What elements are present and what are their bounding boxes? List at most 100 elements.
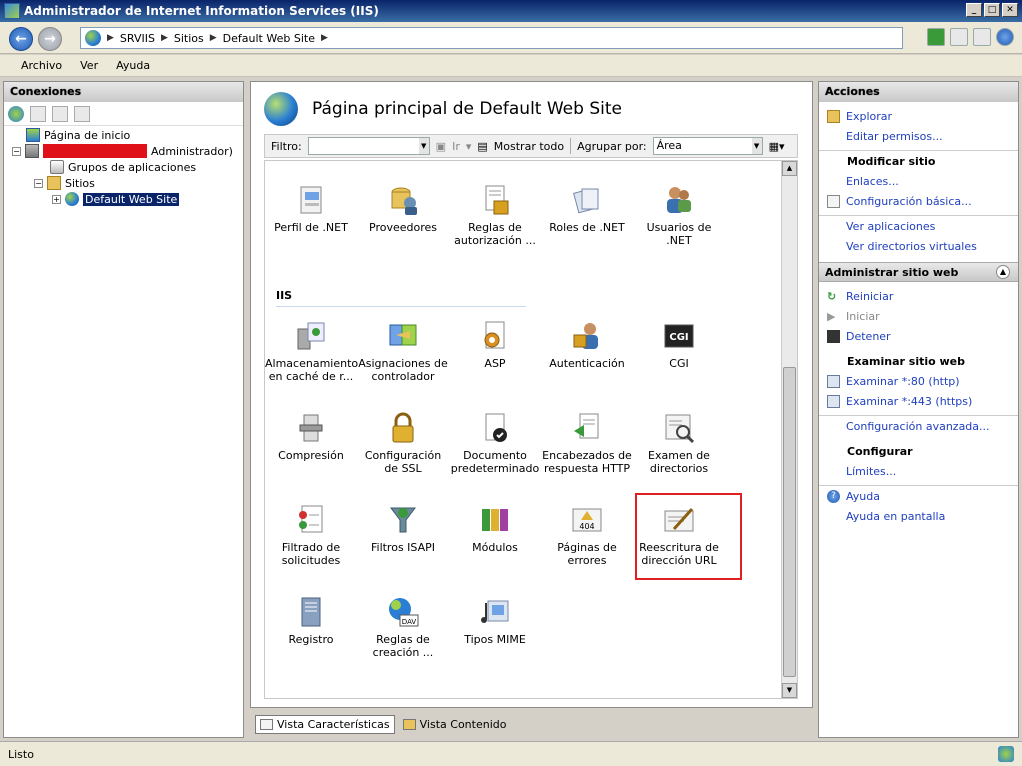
feature-modules[interactable]: Módulos <box>449 503 541 554</box>
feature-authentication[interactable]: Autenticación <box>541 319 633 370</box>
features-scrollbar[interactable]: ▲ ▼ <box>781 161 797 698</box>
start-icon: ▶ <box>827 310 836 323</box>
tree-item-default-web-site[interactable]: + Default Web Site <box>52 192 180 206</box>
stop-icon[interactable] <box>950 28 968 46</box>
explore-icon <box>827 110 840 123</box>
show-all-icon[interactable]: ▤ <box>477 140 487 153</box>
feature-compression[interactable]: Compresión <box>265 411 357 462</box>
providers-icon <box>386 183 420 217</box>
menu-ver[interactable]: Ver <box>71 59 107 72</box>
collapse-chevron-icon[interactable]: ▲ <box>996 265 1010 279</box>
feature-authorization-rules[interactable]: Reglas de autorización ... <box>449 183 541 247</box>
settings-icon <box>827 195 840 208</box>
connect-icon[interactable] <box>8 105 24 122</box>
minimize-button[interactable]: _ <box>966 3 982 17</box>
action-stop[interactable]: Detener <box>827 330 891 343</box>
menu-archivo[interactable]: Archivo <box>12 59 71 72</box>
feature-asp[interactable]: ASP <box>449 319 541 370</box>
chevron-right-icon[interactable]: ▶ <box>210 33 217 43</box>
tree-item-sites[interactable]: − Sitios <box>34 176 95 190</box>
feature-logging[interactable]: Registro <box>265 595 357 646</box>
expand-icon[interactable]: + <box>52 194 61 204</box>
tab-content-view[interactable]: Vista Contenido <box>399 716 511 733</box>
action-help[interactable]: ? Ayuda <box>827 490 880 503</box>
up-folder-icon[interactable] <box>52 105 68 122</box>
help-icon[interactable] <box>996 28 1014 46</box>
feature-default-document[interactable]: Documento predeterminado <box>449 411 541 475</box>
action-view-applications[interactable]: Ver aplicaciones <box>827 220 935 233</box>
handler-mappings-icon <box>386 319 420 353</box>
tree-item-home[interactable]: Página de inicio <box>26 128 130 142</box>
feature-error-pages[interactable]: 404 Páginas de errores <box>541 503 633 567</box>
disconnect-icon[interactable] <box>74 105 90 122</box>
tree-item-server[interactable]: − Administrador) <box>12 144 233 158</box>
connections-pane: Conexiones Página de inicio − Administra… <box>3 81 244 738</box>
address-bar[interactable]: ▶ SRVIIS ▶ Sitios ▶ Default Web Site ▶ <box>80 27 903 49</box>
action-browse-80[interactable]: Examinar *:80 (http) <box>827 375 960 388</box>
feature-output-caching[interactable]: Almacenamiento en caché de r... <box>265 319 358 383</box>
tab-features-view[interactable]: Vista Características <box>255 714 395 734</box>
stop-icon <box>827 330 840 343</box>
breadcrumb-server[interactable]: SRVIIS <box>120 32 155 45</box>
chevron-right-icon[interactable]: ▶ <box>107 33 114 43</box>
menu-ayuda[interactable]: Ayuda <box>107 59 159 72</box>
feature-net-profile[interactable]: Perfil de .NET <box>265 183 357 234</box>
authorization-rules-icon <box>478 183 512 217</box>
action-limits[interactable]: Límites... <box>827 465 896 478</box>
menu-bar: Archivo Ver Ayuda <box>0 55 1022 77</box>
breadcrumb-sites[interactable]: Sitios <box>174 32 204 45</box>
feature-http-response-headers[interactable]: Encabezados de respuesta HTTP <box>541 411 633 475</box>
compression-icon <box>294 411 328 445</box>
scroll-up-arrow-icon[interactable]: ▲ <box>782 161 797 176</box>
refresh-icon[interactable] <box>927 28 945 46</box>
feature-webdav-authoring-rules[interactable]: DAV Reglas de creación ... <box>357 595 449 659</box>
collapse-icon[interactable]: − <box>34 178 43 188</box>
default-document-icon <box>478 411 512 445</box>
action-bindings[interactable]: Enlaces... <box>827 175 899 188</box>
view-mode-icon[interactable]: ▦▾ <box>769 140 785 153</box>
feature-isapi-filters[interactable]: Filtros ISAPI <box>357 503 449 554</box>
action-restart[interactable]: ↻ Reiniciar <box>827 290 893 303</box>
feature-net-roles[interactable]: Roles de .NET <box>541 183 633 234</box>
show-all-button[interactable]: Mostrar todo <box>494 140 564 153</box>
action-explore[interactable]: Explorar <box>827 110 892 123</box>
go-icon[interactable]: ▣ <box>436 140 446 153</box>
chevron-right-icon[interactable]: ▶ <box>321 33 328 43</box>
action-view-virtual-directories[interactable]: Ver directorios virtuales <box>827 240 977 253</box>
browse-icon <box>827 375 840 388</box>
breadcrumb-site[interactable]: Default Web Site <box>223 32 315 45</box>
back-button[interactable]: ← <box>9 27 33 51</box>
action-advanced-settings[interactable]: Configuración avanzada... <box>827 420 990 433</box>
feature-mime-types[interactable]: Tipos MIME <box>449 595 541 646</box>
dropdown-arrow-icon[interactable]: ▾ <box>466 140 472 153</box>
maximize-button[interactable]: □ <box>984 3 1000 17</box>
chevron-right-icon[interactable]: ▶ <box>161 33 168 43</box>
action-browse-443[interactable]: Examinar *:443 (https) <box>827 395 972 408</box>
action-start[interactable]: ▶ Iniciar <box>827 310 880 323</box>
feature-ssl-settings[interactable]: Configuración de SSL <box>357 411 449 475</box>
feature-cgi[interactable]: CGI CGI <box>633 319 725 370</box>
action-edit-permissions[interactable]: Editar permisos... <box>827 130 943 143</box>
tree-item-app-pools[interactable]: Grupos de aplicaciones <box>50 160 196 174</box>
collapse-icon[interactable]: − <box>12 146 21 156</box>
close-button[interactable]: ✕ <box>1002 3 1018 17</box>
feature-directory-browsing[interactable]: Examen de directorios <box>633 411 725 475</box>
group-by-select[interactable]: Área ▼ <box>652 137 763 155</box>
feature-providers[interactable]: Proveedores <box>357 183 449 234</box>
dropdown-arrow-icon[interactable]: ▼ <box>418 138 429 154</box>
scroll-down-arrow-icon[interactable]: ▼ <box>782 683 797 698</box>
dropdown-arrow-icon[interactable]: ▼ <box>751 138 762 154</box>
home-icon[interactable] <box>973 28 991 46</box>
save-icon[interactable] <box>30 105 46 122</box>
features-view: Perfil de .NET Proveedores Reglas de aut… <box>264 160 798 699</box>
features-pane: Página principal de Default Web Site Fil… <box>250 81 813 708</box>
feature-handler-mappings[interactable]: Asignaciones de controlador <box>357 319 449 383</box>
feature-request-filtering[interactable]: Filtrado de solicitudes <box>265 503 357 567</box>
go-button[interactable]: Ir <box>452 140 460 153</box>
action-online-help[interactable]: Ayuda en pantalla <box>827 510 945 523</box>
feature-net-users[interactable]: Usuarios de .NET <box>633 183 725 247</box>
action-basic-settings[interactable]: Configuración básica... <box>827 195 972 208</box>
forward-button[interactable]: → <box>38 27 62 51</box>
scroll-thumb[interactable] <box>783 367 796 677</box>
filter-input[interactable]: ▼ <box>307 137 430 155</box>
